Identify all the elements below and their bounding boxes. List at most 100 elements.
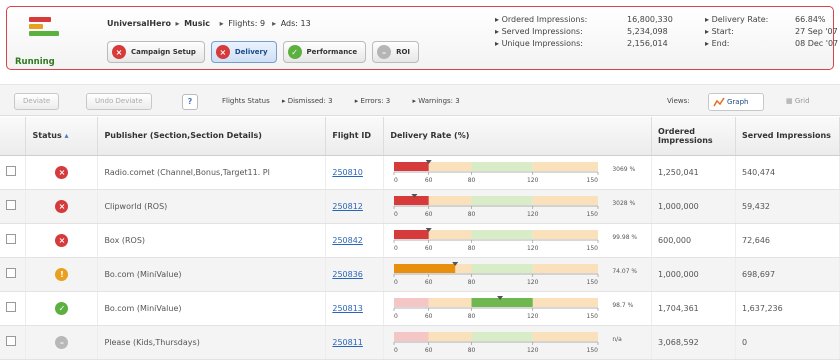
tab-performance[interactable]: ✓ Performance <box>282 41 367 63</box>
flight-id-cell: 250811 <box>325 325 385 360</box>
table-header-row: Status ▴ Publisher (Section,Section Deta… <box>0 117 840 156</box>
row-checkbox[interactable] <box>6 234 16 244</box>
mini-bar-red <box>29 17 51 22</box>
stat-value: 08 Dec '07 <box>795 39 839 48</box>
table-row: × Clipworld (ROS) 250812 0 60 80 120 150 302… <box>0 189 840 224</box>
flight-id-link[interactable]: 250813 <box>332 304 363 313</box>
served-impressions-cell: 1,637,236 <box>735 291 840 326</box>
row-checkbox[interactable] <box>6 268 16 278</box>
stat-label: ▸ Delivery Rate: <box>705 15 769 24</box>
flight-id-cell: 250812 <box>325 189 385 224</box>
table-row: ✓ Bo.com (MiniValue) 250813 0 60 80 120 150 … <box>0 291 840 326</box>
ordered-impressions-cell: 1,704,361 <box>651 291 736 326</box>
filter-warnings[interactable]: ▸ Warnings: 3 <box>413 97 470 105</box>
delivery-rate-value: 74.07 % <box>612 267 638 275</box>
bar-zone-high <box>533 331 599 341</box>
bar-tick-label: 120 <box>527 245 539 252</box>
ordered-impressions-cell: 1,250,041 <box>651 155 736 190</box>
header-publisher[interactable]: Publisher (Section,Section Details) <box>97 117 327 156</box>
header-flight-id[interactable]: Flight ID <box>325 117 385 156</box>
stat-label-text: Unique Impressions: <box>501 39 583 48</box>
flight-id-link[interactable]: 250812 <box>332 202 363 211</box>
publisher-cell: Please (Kids,Thursdays) <box>97 325 327 360</box>
bar-zone-low <box>394 331 430 341</box>
stat-label: ▸ Start: <box>705 27 734 36</box>
bar-zone-high <box>533 263 599 273</box>
delivery-rate-value: 98.7 % <box>612 301 634 309</box>
bar-tick-label: 150 <box>587 313 599 320</box>
table-row: × Radio.comet (Channel,Bonus,Target11. P… <box>0 155 840 190</box>
served-impressions-cell: 698,697 <box>735 257 840 292</box>
stat-label: ▸ Unique Impressions: <box>495 39 583 48</box>
graph-view-button[interactable]: Graph <box>708 93 764 111</box>
filter-dismissed[interactable]: ▸ Dismissed: 3 <box>282 97 343 105</box>
bar-tick-label: 150 <box>587 347 599 354</box>
bar-tick-label: 0 <box>394 177 398 184</box>
bar-zone-target <box>471 229 534 239</box>
deviate-button[interactable]: Deviate <box>14 93 60 110</box>
flight-id-link[interactable]: 250842 <box>332 236 363 245</box>
stat-label: ▸ Served Impressions: <box>495 27 583 36</box>
grid-view-button[interactable]: ▦ Grid <box>786 97 810 105</box>
tab-delivery[interactable]: × Delivery <box>210 41 277 63</box>
row-select-cell <box>0 291 27 326</box>
flight-id-link[interactable]: 250836 <box>332 270 363 279</box>
served-impressions-cell: 59,432 <box>735 189 840 224</box>
undo-deviate-button[interactable]: Undo Deviate <box>86 93 152 110</box>
flight-id-link[interactable]: 250810 <box>332 168 363 177</box>
row-checkbox[interactable] <box>6 166 16 176</box>
bar-tick-label: 120 <box>527 211 539 218</box>
tab-campaign-setup[interactable]: × Campaign Setup <box>107 41 205 63</box>
tab-roi[interactable]: – ROI <box>372 41 420 63</box>
ok-icon: ✓ <box>55 301 69 315</box>
ordered-impressions-cell: 1,000,000 <box>651 257 736 292</box>
bar-tick-label: 60 <box>425 245 433 252</box>
bar-zone-target <box>471 263 534 273</box>
bar-tick-label: 60 <box>425 313 433 320</box>
row-checkbox[interactable] <box>6 200 16 210</box>
delivery-rate-value: n/a <box>612 335 622 343</box>
error-icon: × <box>55 165 69 179</box>
stat-label-text: Ordered Impressions: <box>501 15 588 24</box>
bar-tick-label: 0 <box>394 279 398 286</box>
stat-label-text: Served Impressions: <box>501 27 583 36</box>
stat-row: ▸ Unique Impressions: 2,156,014 ▸ End: 0… <box>495 39 839 51</box>
ordered-impressions-cell: 3,068,592 <box>651 325 736 360</box>
bar-zone-target <box>471 161 534 171</box>
flight-id-cell: 250810 <box>325 155 385 190</box>
views-label: Views: <box>667 97 690 105</box>
error-icon: × <box>55 233 69 247</box>
bar-tick-label: 80 <box>468 313 476 320</box>
x-circle-icon: × <box>215 45 230 59</box>
bar-tick-label: 150 <box>587 279 599 286</box>
ordered-impressions-cell: 600,000 <box>651 223 736 258</box>
header-ordered[interactable]: Ordered Impressions <box>651 117 736 156</box>
header-served[interactable]: Served Impressions <box>735 117 840 156</box>
bar-zone-mid <box>429 195 472 205</box>
flight-id-link[interactable]: 250811 <box>332 338 363 347</box>
check-circle-icon: ✓ <box>287 45 302 59</box>
delivery-rate-bar: 0 60 80 120 150 <box>393 227 599 252</box>
stat-value: 16,800,330 <box>627 15 673 24</box>
delivery-rate-value: 99.98 % <box>612 233 638 241</box>
campaign-summary-panel: Running UniversalHero ▸ Music ▸ Flights:… <box>6 6 839 70</box>
header-status[interactable]: Status ▴ <box>25 117 99 156</box>
bar-zone-high <box>533 195 599 205</box>
row-checkbox[interactable] <box>6 302 16 312</box>
error-icon: × <box>55 199 69 213</box>
flights-label: Flights: <box>228 19 258 28</box>
header-delivery-rate[interactable]: Delivery Rate (%) <box>383 117 653 156</box>
help-icon[interactable]: ? <box>182 94 198 110</box>
bar-zone-high <box>533 229 599 239</box>
bar-tick-label: 60 <box>425 211 433 218</box>
status-cell: × <box>25 223 99 258</box>
filter-text: Warnings: 3 <box>418 97 460 105</box>
stat-value: 2,156,014 <box>627 39 668 48</box>
stat-label: ▸ Ordered Impressions: <box>495 15 588 24</box>
status-cell: × <box>25 155 99 190</box>
row-checkbox[interactable] <box>6 336 16 346</box>
graph-icon <box>713 97 725 107</box>
filter-errors[interactable]: ▸ Errors: 3 <box>355 97 401 105</box>
served-impressions-cell: 540,474 <box>735 155 840 190</box>
bar-fill <box>394 161 430 171</box>
